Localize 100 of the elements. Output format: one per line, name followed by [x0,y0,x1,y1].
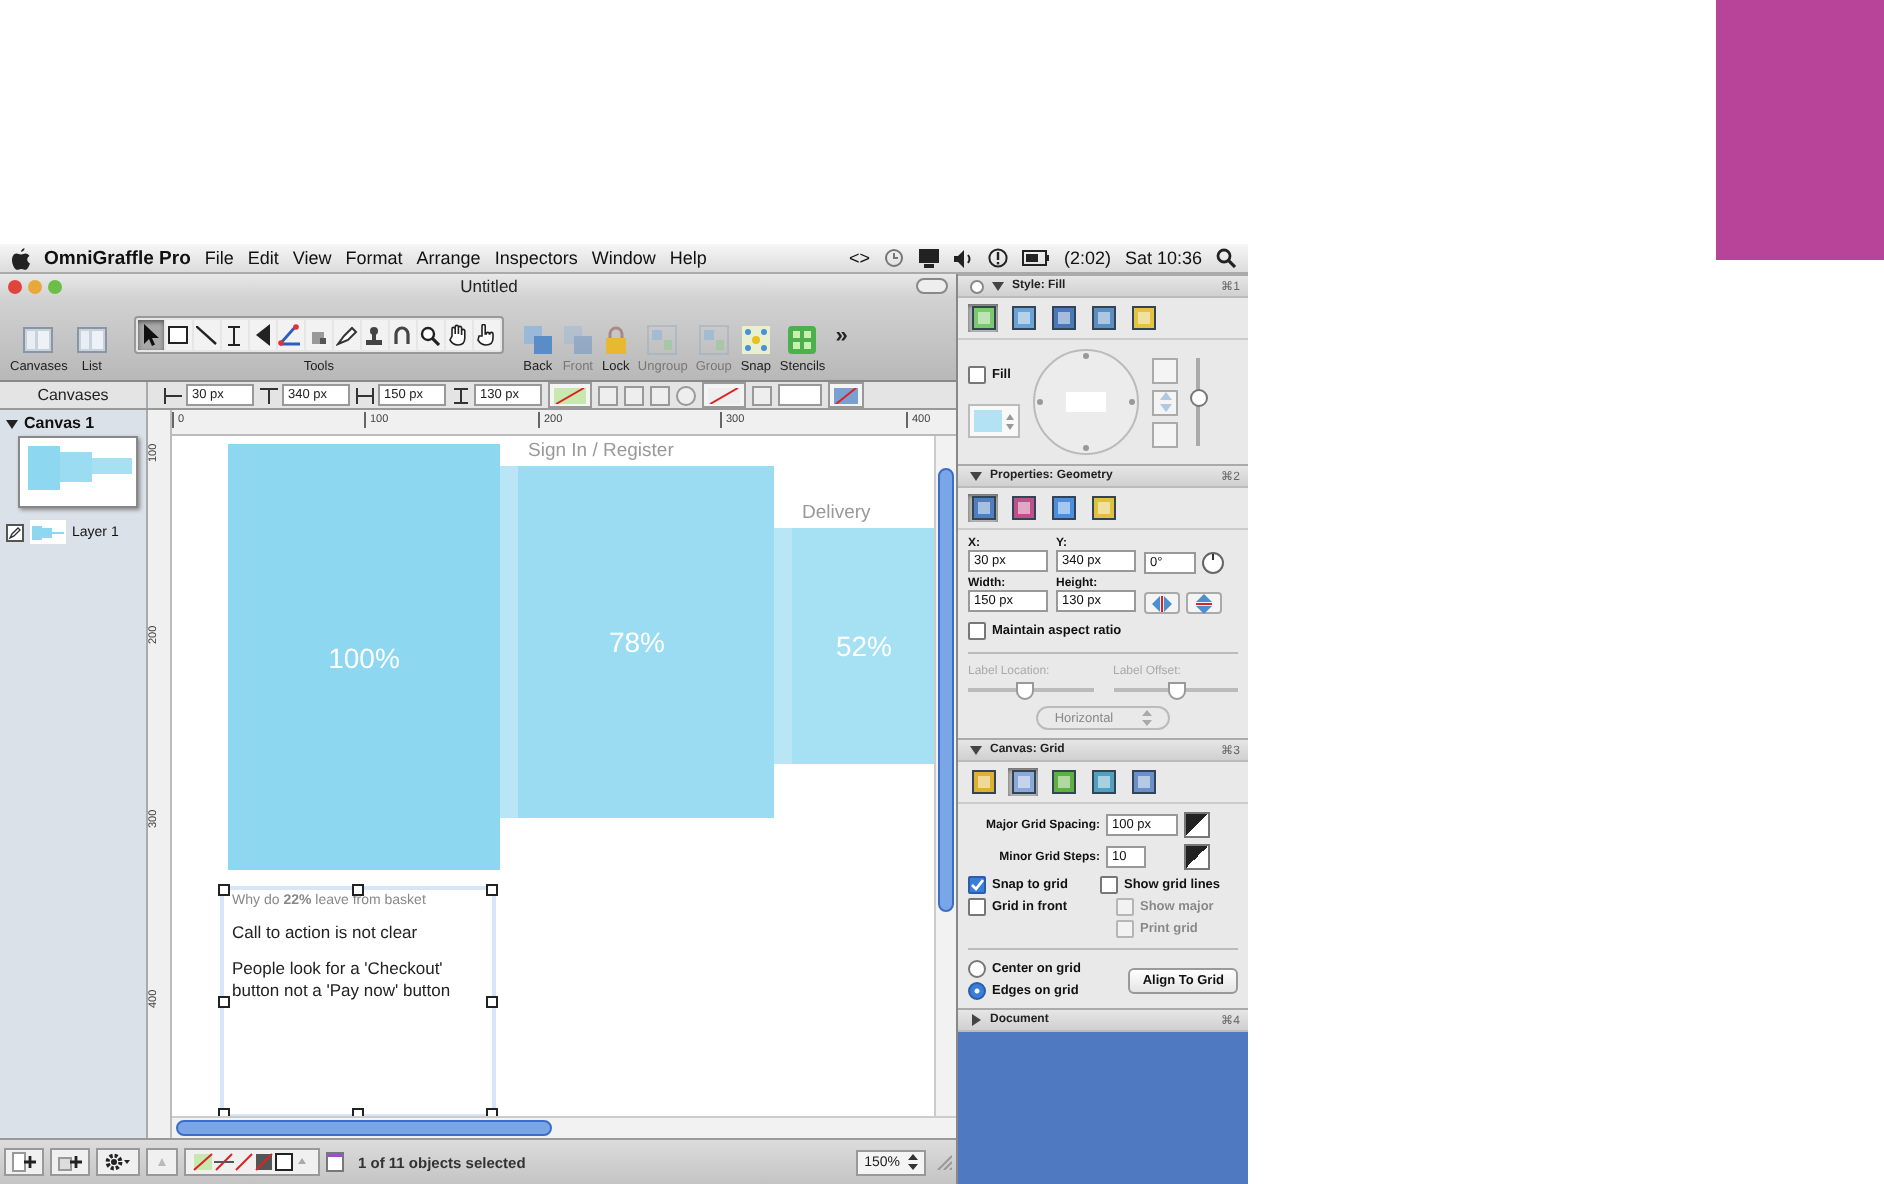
tool-button[interactable] [193,320,220,350]
close-button[interactable] [8,279,22,293]
triangle-icon [154,1154,170,1170]
tool-button[interactable] [305,320,332,350]
tool-button[interactable] [417,320,444,350]
volume-icon[interactable] [953,249,974,267]
display-icon[interactable] [917,248,940,268]
inspector-tab[interactable] [968,494,998,522]
clock-icon[interactable] [883,248,904,268]
shadow-button[interactable] [828,382,864,408]
overflow-button[interactable]: » [835,324,848,348]
canvas-item[interactable]: Canvas 1 [0,414,146,432]
horizontal-scrollbar[interactable] [172,1116,956,1138]
menu-item[interactable]: Inspectors [494,248,578,268]
checkbox[interactable] [1100,876,1118,894]
inspector-tab[interactable] [1048,494,1078,522]
inspector-tab[interactable] [1008,768,1038,796]
inspector-tab[interactable] [968,768,998,796]
menu-item[interactable]: Help [669,248,707,268]
layer-thumbnail [30,520,66,544]
plus-icon [58,1152,82,1172]
flip-horizontal-button[interactable] [1144,592,1180,614]
inspector-tab[interactable] [1048,768,1078,796]
menu-item[interactable]: File [204,248,234,268]
add-canvas-button[interactable] [4,1148,44,1176]
battery-icon[interactable] [1021,250,1050,266]
inspector-tab[interactable] [1088,304,1118,332]
grid-color-button[interactable] [1184,844,1210,870]
menu-item[interactable]: View [292,248,332,268]
search-icon[interactable] [1216,248,1236,268]
slider-thumb[interactable] [1016,682,1035,700]
line-style-buttons[interactable] [184,1148,320,1176]
apple-icon[interactable] [12,247,30,269]
tool-button[interactable] [473,320,500,350]
selection-handle[interactable] [486,996,498,1008]
inspector-tab[interactable] [1128,768,1158,796]
slider-thumb[interactable] [1167,682,1186,700]
radio-button[interactable] [968,982,986,1000]
grid-color-button[interactable] [1184,812,1210,838]
info-icon[interactable] [987,248,1008,268]
canvas-thumbnail[interactable] [18,436,138,508]
menu-item[interactable]: Format [345,248,403,268]
toolbar-toggle-button[interactable] [916,278,948,294]
tool-button[interactable] [249,320,276,350]
tool-button[interactable] [361,320,388,350]
checkbox[interactable] [968,622,986,640]
tool-button[interactable] [165,320,192,350]
disclosure-triangle-icon[interactable] [6,417,18,429]
slider-thumb[interactable] [1190,388,1208,407]
stroke-width-field[interactable] [778,384,822,406]
menu-item[interactable]: Edit [247,248,279,268]
rotation-knob-icon[interactable] [1202,552,1224,574]
radio-button[interactable] [968,960,986,978]
inspector-pane-icon [1051,770,1075,794]
selection-handle[interactable] [218,996,230,1008]
checkbox[interactable] [968,898,986,916]
fill-color-popup[interactable] [548,382,592,408]
color-square[interactable] [1152,421,1178,447]
stepper-icon [1141,710,1152,726]
app-menu[interactable]: OmniGraffle Pro [44,247,191,269]
rectangle-icon [167,325,190,345]
color-well[interactable] [968,404,1020,438]
add-layer-button[interactable] [50,1148,90,1176]
triangle-icon [255,324,270,346]
pencil-icon[interactable] [6,523,24,541]
gear-icon [104,1152,132,1172]
inspector-tab[interactable] [1008,304,1038,332]
battery-time: (2:02) [1063,248,1111,268]
stroke-color-popup[interactable] [702,382,746,408]
resize-grip-icon[interactable] [936,1154,952,1170]
tool-button[interactable] [333,320,360,350]
inspector-tab[interactable] [1048,304,1078,332]
selection-handle[interactable] [486,884,498,896]
script-menu[interactable]: <> [848,248,870,268]
checkbox[interactable] [968,876,986,894]
settings-button[interactable] [96,1148,140,1176]
flip-vertical-button[interactable] [1186,592,1222,614]
vertical-scrollbar[interactable] [934,436,956,1116]
checkbox[interactable] [968,366,986,384]
inspector-tab[interactable] [1128,304,1158,332]
tool-button[interactable] [137,320,164,350]
tool-button[interactable] [445,320,472,350]
circle-icon [970,279,984,293]
inspector-pane-icon [1131,770,1155,794]
page-icon[interactable] [326,1152,344,1172]
inspector-tab[interactable] [1088,494,1118,522]
selection-handle[interactable] [352,884,364,896]
color-square[interactable] [1152,357,1178,383]
inspector-tab[interactable] [1088,768,1118,796]
selection-handle[interactable] [218,884,230,896]
inspector-pane-icon [1011,306,1035,330]
stepper-icon [908,1154,918,1170]
tool-button[interactable] [221,320,248,350]
inspector-tab[interactable] [968,304,998,332]
menu-item[interactable]: Window [591,248,656,268]
inspector-tab[interactable] [1008,494,1038,522]
tool-button[interactable] [389,320,416,350]
stepper-icon [1006,413,1014,429]
menu-item[interactable]: Arrange [416,248,481,268]
stacked-squares-icon [521,324,554,356]
